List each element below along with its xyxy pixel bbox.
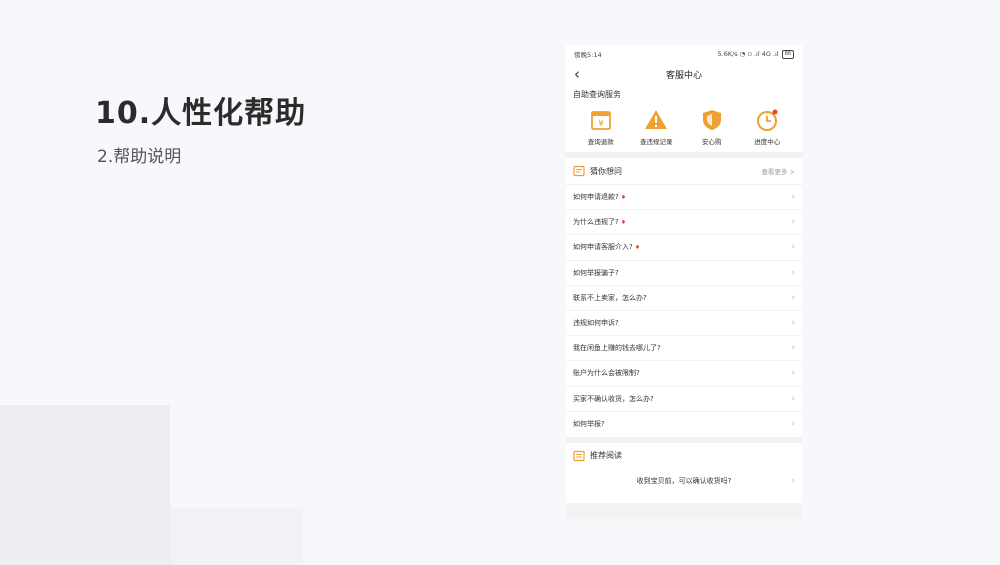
status-bar: 傍晚5:14 5.6K/s ◔ ▫ .ıl 4G .ıl 88 <box>566 45 802 63</box>
slide-title: 10.人性化帮助 <box>95 96 307 131</box>
question-item[interactable]: 我在闲鱼上赚的钱去哪儿了? › <box>566 336 802 362</box>
question-text: 如何举报? <box>573 420 605 429</box>
question-text: 如何举报骗子? <box>573 268 619 277</box>
question-text: 为什么违规了? <box>573 218 619 227</box>
chevron-right-icon: › <box>791 393 795 404</box>
phone-screen: 傍晚5:14 5.6K/s ◔ ▫ .ıl 4G .ıl 88 ‹ 客服中心 自… <box>566 45 802 519</box>
question-text: 账户为什么会被限制? <box>573 369 640 378</box>
svg-text:¥: ¥ <box>598 119 604 129</box>
clock-icon <box>757 109 778 131</box>
self-service-label: 自助查询服务 <box>573 90 621 99</box>
service-violation-button[interactable]: 查违规记录 <box>629 108 685 146</box>
question-item[interactable]: 违规如何申诉? › <box>566 311 802 337</box>
warning-icon <box>645 110 668 129</box>
recommend-header: 推荐阅读 <box>566 443 802 469</box>
chevron-right-icon: › <box>791 192 795 203</box>
question-book-icon <box>573 165 585 177</box>
service-refund-button[interactable]: ¥ 查询退款 <box>573 108 629 146</box>
decor-block-bottom <box>170 508 303 565</box>
nav-title: 客服中心 <box>665 70 702 81</box>
chevron-right-icon: › <box>791 292 795 303</box>
question-item[interactable]: 如何举报骗子? › <box>566 261 802 286</box>
view-more-link[interactable]: 查看更多 > <box>761 166 795 176</box>
question-text: 如何申请客服介入? <box>573 243 633 252</box>
chevron-right-icon: › <box>791 419 795 430</box>
question-text: 联系不上卖家，怎么办? <box>573 293 647 302</box>
service-progress-button[interactable]: 进度中心 <box>740 108 796 146</box>
question-text: 我在闲鱼上赚的钱去哪儿了? <box>573 344 661 353</box>
back-button[interactable]: ‹ <box>574 66 580 82</box>
question-item[interactable]: 如何举报? › <box>566 412 802 437</box>
question-item[interactable]: 如何申请客服介入? ♦ › <box>566 235 802 261</box>
battery-icon: 88 <box>781 49 794 59</box>
status-network: 5.6K/s ◔ ▫ .ıl 4G .ıl <box>717 50 779 58</box>
chevron-right-icon: › <box>791 318 795 329</box>
guess-header: 猜你想问 查看更多 > <box>566 158 802 185</box>
question-item[interactable]: 联系不上卖家，怎么办? › <box>566 286 802 311</box>
decor-block-left <box>0 405 170 565</box>
hot-icon: ♦ <box>620 218 627 226</box>
recommend-title: 推荐阅读 <box>590 451 622 461</box>
question-text: 违规如何申诉? <box>573 319 619 328</box>
question-text: 买家不确认收货，怎么办? <box>573 394 654 403</box>
self-service-section: 自助查询服务 ¥ 查询退款 查违规记录 安心购 进度中心 <box>566 85 802 152</box>
status-indicators: 5.6K/s ◔ ▫ .ıl 4G .ıl 88 <box>717 49 794 59</box>
nav-bar: ‹ 客服中心 <box>566 63 802 85</box>
chevron-right-icon: › <box>791 475 795 486</box>
reading-icon <box>573 450 585 461</box>
recommend-text: 收到宝贝前，可以确认收货吗? <box>636 476 732 485</box>
chevron-right-icon: › <box>791 217 795 228</box>
service-refund-label: 查询退款 <box>587 138 614 146</box>
service-icons: ¥ 查询退款 查违规记录 安心购 进度中心 <box>573 108 795 146</box>
service-progress-label: 进度中心 <box>754 138 781 146</box>
hot-icon: ♦ <box>620 193 627 201</box>
guess-card: 猜你想问 查看更多 > 如何申请退款? ♦ › 为什么违规了? ♦ › 如何申请客服… <box>566 158 802 437</box>
service-secure-label: 安心购 <box>702 138 722 146</box>
refund-icon: ¥ <box>590 111 611 130</box>
question-item[interactable]: 买家不确认收货，怎么办? › <box>566 387 802 412</box>
status-time: 傍晚5:14 <box>574 51 602 59</box>
service-secure-button[interactable]: 安心购 <box>684 108 740 146</box>
chevron-right-icon: › <box>791 343 795 354</box>
question-item[interactable]: 账户为什么会被限制? › <box>566 361 802 387</box>
hot-icon: ♦ <box>634 243 641 251</box>
chevron-right-icon: › <box>791 267 795 278</box>
question-item[interactable]: 如何申请退款? ♦ › <box>566 185 802 211</box>
chevron-right-icon: › <box>791 368 795 379</box>
service-violation-label: 查违规记录 <box>640 138 673 146</box>
shield-icon <box>702 110 721 130</box>
recommend-card: 推荐阅读 收到宝贝前，可以确认收货吗? › <box>566 442 802 503</box>
slide-subtitle: 2.帮助说明 <box>97 147 182 167</box>
question-item[interactable]: 为什么违规了? ♦ › <box>566 210 802 236</box>
chevron-right-icon: › <box>791 242 795 253</box>
question-text: 如何申请退款? <box>573 193 619 202</box>
guess-title: 猜你想问 <box>590 166 622 176</box>
recommend-item[interactable]: 收到宝贝前，可以确认收货吗? › <box>566 469 802 493</box>
